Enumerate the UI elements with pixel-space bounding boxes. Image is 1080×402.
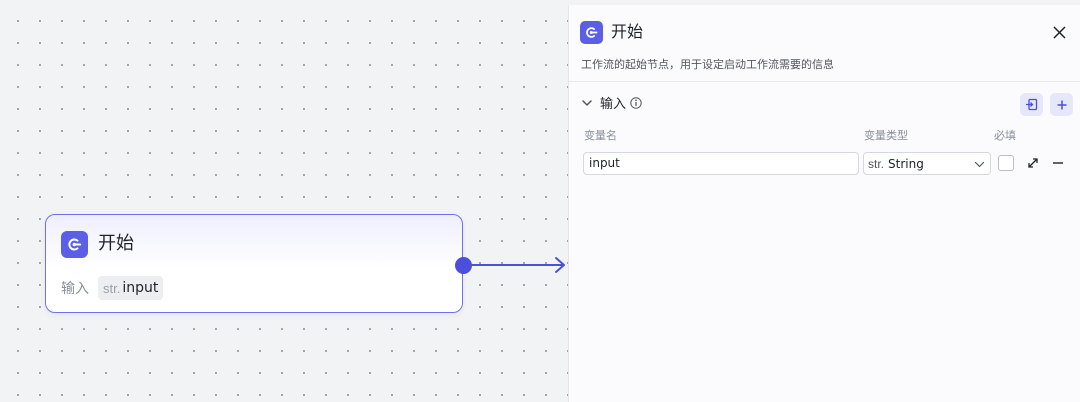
close-icon — [1052, 25, 1066, 39]
variable-type-prefix: str. — [868, 156, 885, 171]
info-icon[interactable] — [630, 97, 642, 109]
start-icon — [580, 21, 603, 44]
input-section-header: 输入 — [569, 93, 1080, 117]
chevron-down-icon[interactable] — [581, 97, 593, 109]
input-section-title: 输入 — [600, 97, 627, 112]
node-input-type: str. — [103, 280, 121, 296]
expand-icon[interactable] — [1026, 156, 1040, 170]
close-button[interactable] — [1049, 22, 1069, 42]
column-header-type: 变量类型 — [864, 129, 908, 142]
add-variable-button[interactable] — [1050, 93, 1073, 116]
panel-header: 开始 工作流的起始节点，用于设定启动工作流需要的信息 — [569, 5, 1080, 82]
connection-edge[interactable] — [470, 254, 568, 276]
minus-icon[interactable] — [1051, 156, 1065, 170]
required-checkbox[interactable] — [998, 155, 1014, 171]
start-node[interactable]: 开始 输入 str. input — [45, 214, 463, 313]
plus-icon — [1057, 100, 1066, 109]
caret-down-icon — [974, 161, 985, 168]
node-input-name: input — [122, 280, 159, 296]
node-input-tag: str. input — [98, 276, 164, 300]
import-icon — [1026, 98, 1038, 111]
variable-type-select[interactable]: str. String — [863, 152, 991, 175]
node-title: 开始 — [98, 233, 134, 254]
panel-title: 开始 — [611, 22, 644, 41]
node-config-panel: 开始 工作流的起始节点，用于设定启动工作流需要的信息 输入 变量名 变量类型 必… — [568, 5, 1080, 402]
workflow-canvas[interactable] — [0, 0, 568, 402]
variable-type-value: String — [888, 156, 924, 171]
column-header-name: 变量名 — [584, 129, 617, 142]
column-header-required: 必填 — [994, 129, 1016, 142]
node-input-label: 输入 — [61, 281, 89, 297]
panel-description: 工作流的起始节点，用于设定启动工作流需要的信息 — [581, 58, 834, 71]
start-icon — [61, 231, 88, 258]
variable-name-input[interactable]: input — [583, 152, 859, 175]
import-variables-button[interactable] — [1020, 93, 1043, 116]
